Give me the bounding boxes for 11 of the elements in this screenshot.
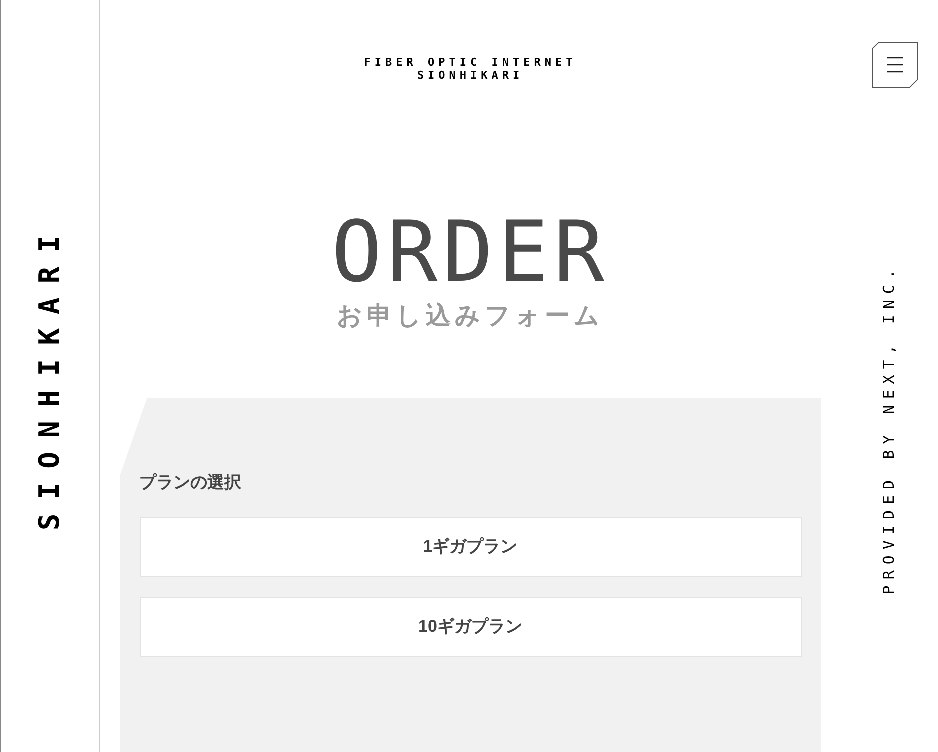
page-subtitle: お申し込みフォーム bbox=[337, 301, 604, 332]
credit-text: PROVIDED BY NEXT, INC. bbox=[882, 264, 897, 595]
page-title: ORDER bbox=[332, 210, 610, 294]
side-logo: SIONHIKARI bbox=[36, 222, 64, 530]
header-tagline: FIBER OPTIC INTERNET bbox=[364, 56, 577, 69]
plan-option[interactable]: 10ギガプラン bbox=[140, 597, 802, 657]
header-brand: SIONHIKARI bbox=[417, 69, 524, 82]
plan-option[interactable]: 1ギガプラン bbox=[140, 517, 802, 577]
menu-button[interactable] bbox=[872, 42, 918, 88]
section-title: プランの選択 bbox=[140, 472, 242, 494]
menu-icon bbox=[872, 42, 918, 88]
